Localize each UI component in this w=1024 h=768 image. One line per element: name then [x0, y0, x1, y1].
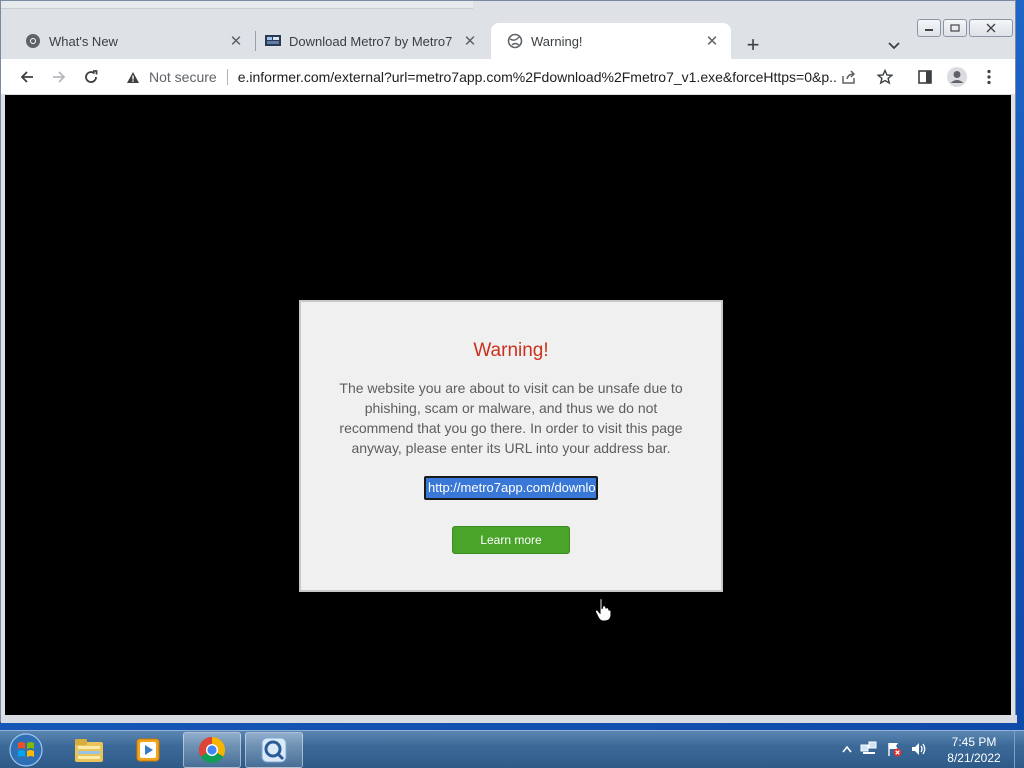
page-viewport: Warning! The website you are about to vi… — [5, 95, 1011, 715]
close-tab-icon[interactable]: ✕ — [227, 32, 245, 50]
warning-message: The website you are about to visit can b… — [339, 380, 683, 456]
chrome-taskbar-icon[interactable] — [183, 732, 241, 768]
warning-dialog: Warning! The website you are about to vi… — [299, 300, 723, 592]
tab-whats-new[interactable]: What's New ✕ — [9, 23, 255, 59]
taskbar-clock[interactable]: 7:45 PM 8/21/2022 — [936, 734, 1012, 766]
search-app-icon[interactable] — [245, 732, 303, 768]
close-window-button[interactable] — [969, 19, 1013, 37]
tab-strip: What's New ✕ Download Metro7 by Metro7 ✕… — [1, 9, 1015, 59]
network-icon[interactable] — [860, 741, 878, 760]
window-frame-top — [1, 1, 473, 9]
restore-button[interactable] — [943, 19, 967, 37]
url-input-value[interactable]: http://metro7app.com/download/metro7_v1.… — [426, 478, 596, 498]
not-secure-label[interactable]: Not secure — [149, 69, 217, 85]
profile-avatar-icon[interactable] — [943, 63, 971, 91]
tab-search-chevron-icon[interactable] — [881, 33, 907, 59]
volume-icon[interactable] — [910, 741, 928, 760]
clock-time: 7:45 PM — [951, 735, 997, 749]
tab-title: Download Metro7 by Metro7 — [289, 33, 453, 49]
window-frame-bottom — [1, 715, 1017, 723]
address-bar[interactable]: Not secure e.informer.com/external?url=m… — [117, 63, 871, 91]
window-controls — [917, 19, 1013, 37]
browser-window: What's New ✕ Download Metro7 by Metro7 ✕… — [0, 0, 1017, 723]
chrome-icon — [25, 33, 41, 49]
minimize-button[interactable] — [917, 19, 941, 37]
close-tab-icon[interactable]: ✕ — [461, 32, 479, 50]
back-button[interactable] — [13, 63, 41, 91]
share-icon[interactable] — [841, 69, 857, 85]
warning-triangle-icon[interactable] — [125, 71, 141, 84]
hand-cursor-icon — [594, 597, 612, 622]
action-center-flag-icon[interactable] — [886, 741, 902, 760]
clock-date: 8/21/2022 — [947, 751, 1001, 765]
media-player-icon[interactable] — [120, 732, 178, 768]
system-tray — [842, 731, 928, 768]
close-tab-icon[interactable]: ✕ — [703, 32, 721, 50]
globe-icon — [507, 33, 523, 49]
new-tab-button[interactable]: + — [739, 31, 767, 59]
warning-heading: Warning! — [473, 340, 549, 361]
side-panel-icon[interactable] — [911, 63, 939, 91]
metro7-icon — [265, 33, 281, 49]
tab-title: What's New — [49, 33, 118, 49]
reload-button[interactable] — [77, 63, 105, 91]
forward-button[interactable] — [45, 63, 73, 91]
address-separator — [226, 69, 228, 85]
learn-more-button[interactable]: Learn more — [452, 526, 570, 554]
bookmark-star-icon[interactable] — [871, 63, 899, 91]
tab-warning[interactable]: Warning! ✕ — [491, 23, 731, 59]
tray-expand-icon[interactable] — [842, 744, 852, 756]
tab-title: Warning! — [531, 33, 583, 49]
taskbar: 7:45 PM 8/21/2022 — [0, 730, 1024, 768]
url-input-field[interactable]: http://metro7app.com/download/metro7_v1.… — [424, 476, 598, 500]
tab-download-metro7[interactable]: Download Metro7 by Metro7 ✕ — [249, 23, 489, 59]
menu-kebab-icon[interactable] — [975, 63, 1003, 91]
start-button[interactable] — [6, 732, 46, 768]
show-desktop-button[interactable] — [1014, 731, 1024, 768]
file-explorer-icon[interactable] — [60, 732, 118, 768]
url-text[interactable]: e.informer.com/external?url=metro7app.co… — [238, 69, 838, 85]
browser-toolbar: Not secure e.informer.com/external?url=m… — [1, 59, 1015, 95]
